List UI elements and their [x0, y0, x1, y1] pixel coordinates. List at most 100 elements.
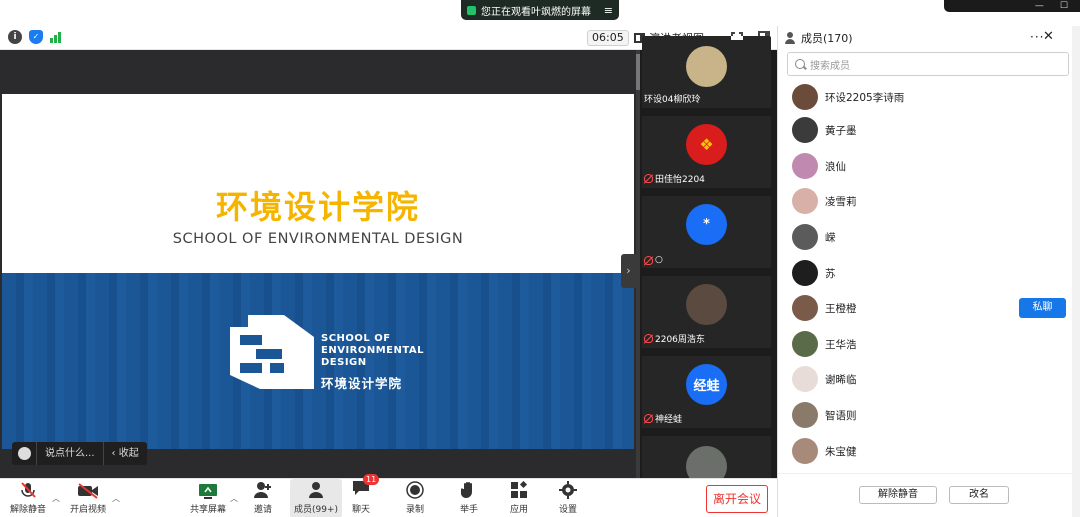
member-name: 凌雪莉: [825, 195, 857, 208]
member-name: 环设2205李诗雨: [825, 91, 905, 104]
close-icon[interactable]: ✕: [1043, 29, 1054, 44]
member-row[interactable]: 浪仙: [792, 152, 1067, 180]
meeting-timer: 06:05: [587, 30, 629, 46]
members-button[interactable]: 成员(99+): [290, 479, 343, 517]
apps-label: 应用: [510, 505, 529, 515]
chat-input-bar[interactable]: 说点什么... ‹ 收起: [12, 442, 147, 465]
member-row[interactable]: 苏: [792, 259, 1067, 287]
members-scrollbar[interactable]: [1072, 26, 1080, 517]
hamburger-icon[interactable]: ≡: [604, 4, 613, 17]
member-row[interactable]: 凌雪莉: [792, 187, 1067, 215]
unmute-all-button[interactable]: 解除静音: [859, 486, 937, 504]
invite-button[interactable]: 邀请: [254, 479, 272, 517]
signal-icon[interactable]: [50, 31, 61, 43]
user-icon: [309, 482, 324, 498]
avatar: [792, 260, 818, 286]
share-screen-icon: [199, 484, 217, 499]
mic-muted-icon: [644, 255, 653, 265]
maximize-icon[interactable]: ☐: [1060, 1, 1068, 11]
collapse-chat-button[interactable]: ‹ 收起: [104, 442, 147, 465]
logo-line: DESIGN: [321, 357, 367, 368]
raise-hand-button[interactable]: 举手: [460, 479, 478, 517]
avatar: [792, 402, 818, 428]
tile-name: ○: [644, 255, 663, 265]
settings-label: 设置: [559, 505, 578, 515]
member-row[interactable]: 嵘: [792, 223, 1067, 251]
window-controls: — ☐: [944, 0, 1080, 12]
chat-button[interactable]: 11 聊天: [352, 474, 380, 517]
participant-name: 田佳怡2204: [655, 175, 705, 185]
chevron-up-icon[interactable]: ︿: [112, 493, 120, 504]
mic-muted-icon: [21, 482, 36, 498]
collapse-label: 收起: [118, 448, 139, 459]
share-screen-button[interactable]: 共享屏幕: [190, 479, 226, 517]
share-banner-text: 您正在观看叶飒燃的屏幕: [481, 6, 591, 18]
avatar: [792, 331, 818, 357]
share-screen-label: 共享屏幕: [190, 505, 227, 515]
video-tile[interactable]: ❖ 田佳怡2204: [642, 116, 771, 188]
video-tile[interactable]: 环设04柳欣玲: [642, 36, 771, 108]
start-video-button[interactable]: 开启视频: [70, 479, 106, 517]
member-name: 王华浩: [825, 338, 857, 351]
meeting-window: 您正在观看叶飒燃的屏幕 ≡ — ☐ i ✓ 06:05 演讲者视图 ▾ 环境设计…: [0, 0, 1080, 517]
gallery-toggle-button[interactable]: ›: [621, 254, 636, 288]
member-row[interactable]: 朱宝健: [792, 437, 1067, 465]
member-name: 苏: [825, 267, 836, 280]
member-name: 朱宝健: [825, 445, 857, 458]
search-icon: [795, 59, 805, 69]
avatar: [792, 224, 818, 250]
logo-line: SCHOOL OF: [321, 333, 391, 344]
slide-header: 环境设计学院 SCHOOL OF ENVIRONMENTAL DESIGN: [2, 94, 634, 273]
emoji-icon[interactable]: [12, 442, 36, 465]
participant-name: ○: [655, 255, 663, 265]
info-icon[interactable]: i: [8, 30, 22, 44]
apps-button[interactable]: 应用: [510, 479, 528, 517]
tile-name: 田佳怡2204: [644, 172, 705, 185]
avatar: *: [686, 204, 727, 245]
chevron-up-icon[interactable]: ︿: [230, 493, 238, 504]
video-tile[interactable]: 经蛙 神经蛙: [642, 356, 771, 428]
settings-button[interactable]: 设置: [559, 479, 577, 517]
video-tile[interactable]: 2206周浩东: [642, 276, 771, 348]
raise-hand-label: 举手: [460, 505, 479, 515]
gallery-scroll-thumb[interactable]: [636, 54, 640, 90]
slide-banner: SCHOOL OF ENVIRONMENTAL DESIGN 环境设计学院: [2, 273, 634, 449]
participant-name: 环设04柳欣玲: [644, 95, 701, 105]
member-row[interactable]: 环设2205李诗雨: [792, 83, 1067, 111]
avatar: [792, 295, 818, 321]
avatar: [792, 438, 818, 464]
title-strip: 您正在观看叶飒燃的屏幕 ≡ — ☐: [0, 0, 1080, 26]
unmute-button[interactable]: 解除静音: [10, 479, 46, 517]
member-row[interactable]: 智语则: [792, 401, 1067, 429]
tile-name: 神经蛙: [644, 412, 682, 425]
shield-icon[interactable]: ✓: [29, 30, 43, 44]
video-gallery: 环设04柳欣玲 ❖ 田佳怡2204 * ○ 2206周浩东 经蛙 神经蛙: [636, 36, 777, 508]
member-search-input[interactable]: 搜索成员: [787, 52, 1069, 76]
unmute-label: 解除静音: [10, 505, 47, 515]
record-label: 录制: [406, 505, 425, 515]
member-name: 黄子墨: [825, 124, 857, 137]
minimize-icon[interactable]: —: [1035, 1, 1044, 11]
member-name: 浪仙: [825, 160, 846, 173]
slide-title-cn: 环境设计学院: [215, 188, 420, 226]
screen-share-banner[interactable]: 您正在观看叶飒燃的屏幕 ≡: [461, 0, 619, 20]
school-logo: [230, 315, 314, 389]
apps-icon: [511, 481, 528, 498]
leave-meeting-button[interactable]: 离开会议: [706, 485, 768, 513]
slide-title-en: SCHOOL OF ENVIRONMENTAL DESIGN: [172, 231, 464, 247]
private-chat-button[interactable]: 私聊: [1019, 298, 1066, 318]
member-row[interactable]: 黄子墨: [792, 116, 1067, 144]
video-tile[interactable]: * ○: [642, 196, 771, 268]
avatar: [792, 153, 818, 179]
rename-button[interactable]: 改名: [949, 486, 1009, 504]
meeting-controls: 解除静音 ︿ 开启视频 ︿ 共享屏幕 ︿ 邀请 成员(99+) 11 聊天 录制…: [0, 474, 777, 517]
chevron-up-icon[interactable]: ︿: [52, 493, 60, 504]
gallery-scrollbar[interactable]: [636, 50, 640, 478]
avatar: 经蛙: [686, 364, 727, 405]
member-name: 谢晞临: [825, 373, 857, 386]
avatar: [792, 117, 818, 143]
member-row[interactable]: 王华浩: [792, 330, 1067, 358]
record-button[interactable]: 录制: [406, 479, 424, 517]
member-row[interactable]: 谢晞临: [792, 365, 1067, 393]
chat-input[interactable]: 说点什么...: [36, 442, 104, 465]
